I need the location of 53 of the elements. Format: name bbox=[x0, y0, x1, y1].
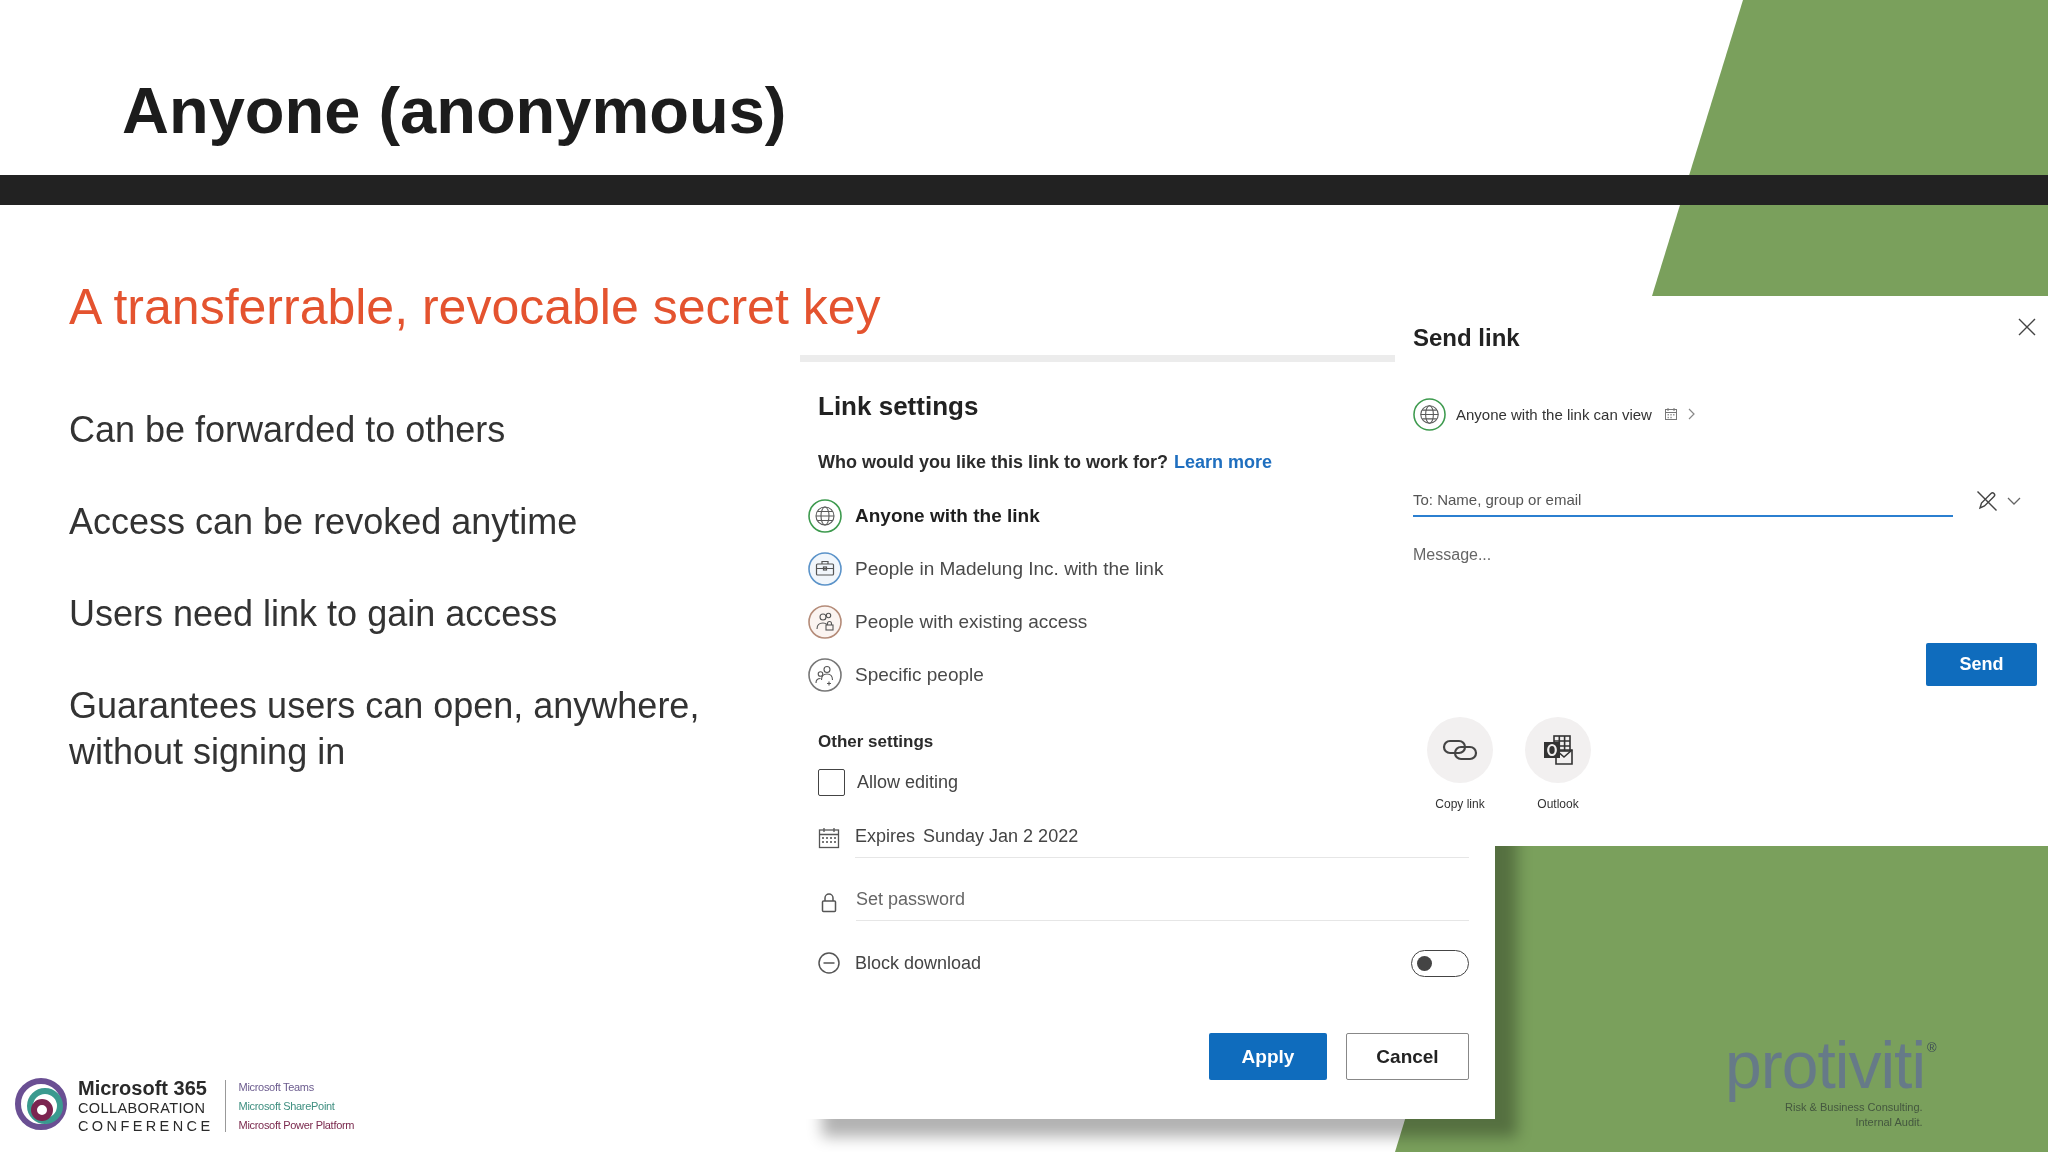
dialog-title: Send link bbox=[1413, 324, 1520, 352]
globe-icon bbox=[808, 498, 842, 533]
logo-text: Microsoft Teams bbox=[238, 1079, 314, 1095]
checkbox[interactable] bbox=[818, 768, 845, 796]
copy-link-button[interactable]: Copy link bbox=[1427, 717, 1493, 812]
minus-circle-icon bbox=[818, 952, 840, 974]
slide-title: Anyone (anonymous) bbox=[122, 73, 787, 149]
edit-permission-button[interactable] bbox=[1976, 489, 2021, 512]
logo-text: Microsoft Power Platform bbox=[238, 1117, 355, 1133]
bullet-text: Can be forwarded to others bbox=[69, 408, 506, 452]
lock-icon bbox=[821, 892, 837, 913]
question-text: Who would you like this link to work for? bbox=[818, 451, 1168, 474]
globe-icon bbox=[1413, 397, 1446, 431]
slide-subtitle: A transferrable, revocable secret key bbox=[69, 278, 881, 337]
bullet-text: Access can be revoked anytime bbox=[69, 500, 578, 544]
trademark-text: ® bbox=[1927, 1040, 1937, 1055]
logo-text: Microsoft 365 bbox=[78, 1077, 207, 1099]
panel-title: Link settings bbox=[818, 390, 979, 423]
calendar-icon bbox=[1663, 407, 1678, 421]
send-button[interactable]: Send bbox=[1926, 643, 2037, 686]
toggle-label: Block download bbox=[855, 952, 982, 975]
logo-tagline: Internal Audit. bbox=[1855, 1115, 1923, 1130]
expires-label: Expires bbox=[855, 825, 916, 848]
mail-app-icon bbox=[1525, 717, 1591, 783]
toggle-switch[interactable] bbox=[1411, 949, 1469, 977]
logo-text: COLLABORATION bbox=[78, 1098, 206, 1117]
people-lock-icon bbox=[808, 604, 842, 639]
calendar-icon bbox=[818, 827, 840, 849]
chain-link-icon bbox=[1427, 717, 1493, 783]
link-option[interactable]: People with existing access bbox=[808, 595, 1088, 648]
people-icon bbox=[808, 657, 842, 692]
link-option[interactable]: Specific people bbox=[808, 648, 984, 701]
close-button[interactable] bbox=[2018, 318, 2036, 336]
section-heading: Other settings bbox=[818, 731, 934, 753]
date-value: Sunday Jan 2 2022 bbox=[923, 825, 1079, 848]
chevron-right-icon bbox=[1687, 408, 1695, 420]
logo-text: CONFERENCE bbox=[78, 1116, 214, 1135]
bullet-text: Users need link to gain access bbox=[69, 592, 558, 636]
permission-button[interactable]: Anyone with the link can view bbox=[1413, 397, 1695, 431]
briefcase-icon bbox=[808, 551, 842, 586]
chevron-down-icon bbox=[2007, 496, 2021, 505]
cancel-button[interactable]: Cancel bbox=[1346, 1033, 1469, 1080]
checkbox-label: Allow editing bbox=[857, 771, 959, 794]
logo-tagline: Risk & Business Consulting. bbox=[1785, 1101, 1923, 1115]
link-option[interactable]: Anyone with the link bbox=[808, 489, 1040, 542]
learn-more-link[interactable]: Learn more bbox=[1174, 449, 1273, 475]
close-icon bbox=[2018, 318, 2036, 336]
logo-text: Microsoft SharePoint bbox=[238, 1098, 335, 1114]
bullet-text: Guarantees users can open, anywhere, without signing in bbox=[69, 684, 701, 774]
pen-slash-icon bbox=[1976, 489, 1998, 512]
apply-button[interactable]: Apply bbox=[1209, 1033, 1327, 1080]
link-option[interactable]: People in Madelung Inc. with the link bbox=[808, 542, 1164, 595]
outlook-button[interactable]: Outlook bbox=[1525, 717, 1591, 812]
